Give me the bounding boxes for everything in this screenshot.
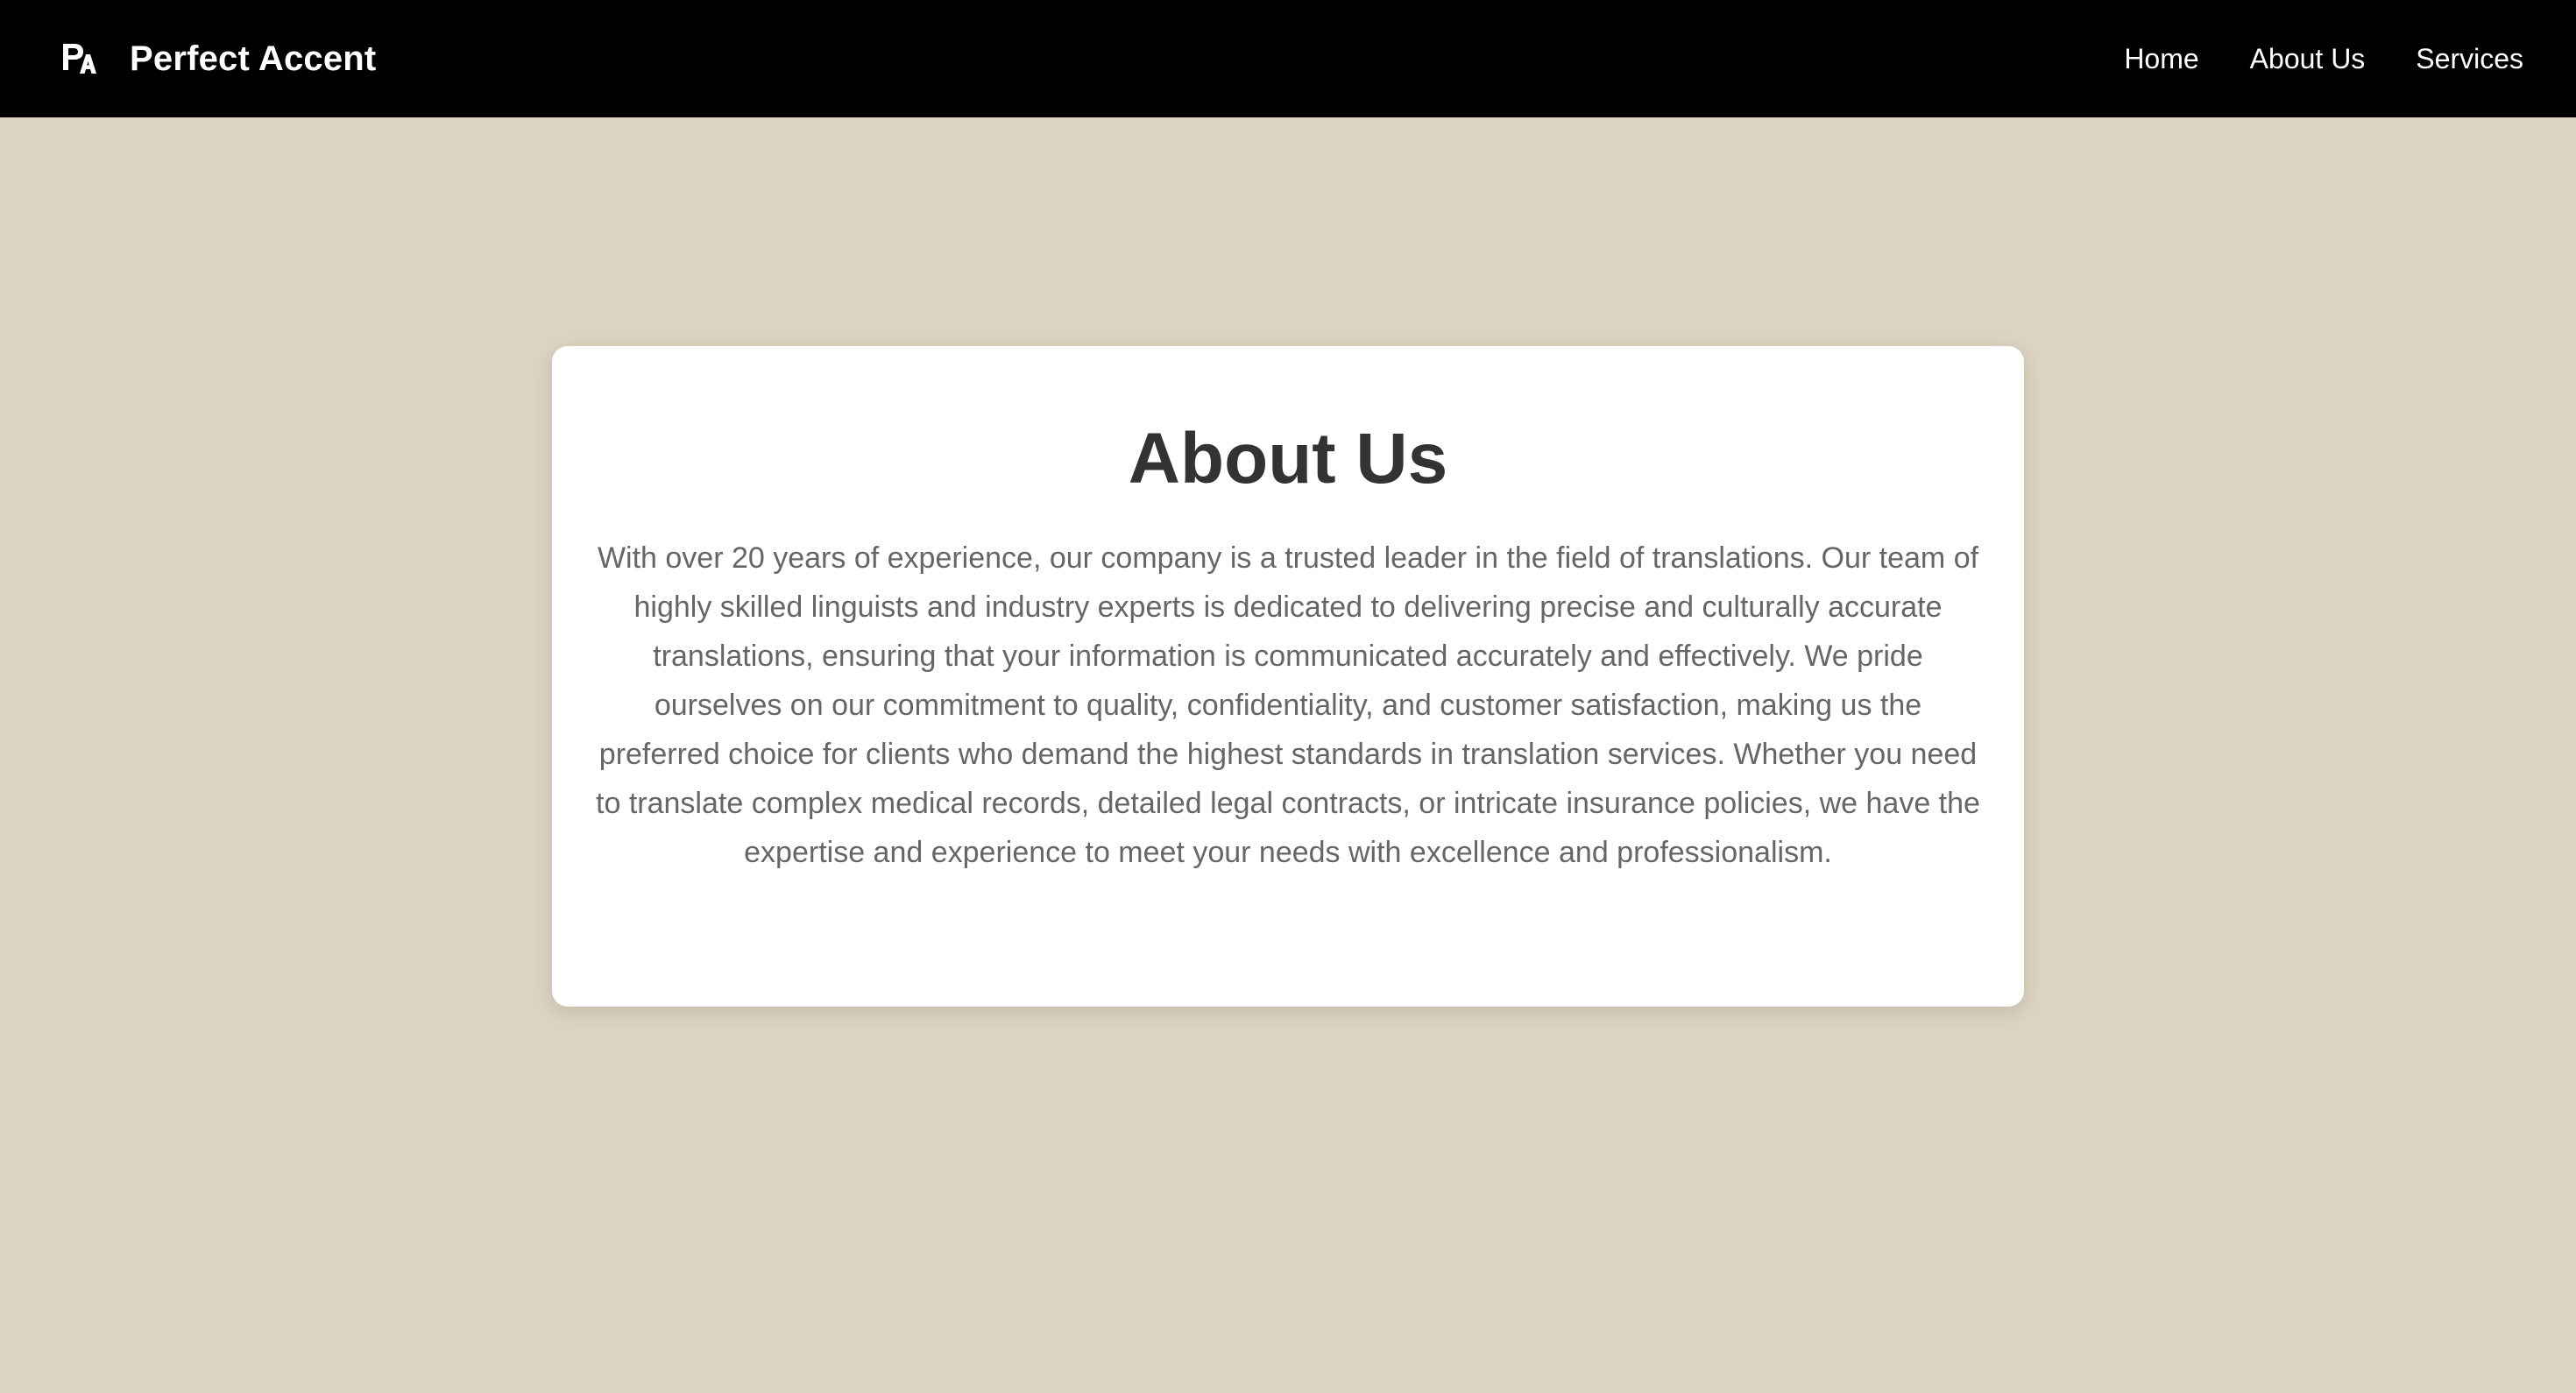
about-card: About Us With over 20 years of experienc… [552,346,2024,1007]
nav-link-about-us[interactable]: About Us [2250,43,2366,75]
pa-monogram-icon[interactable] [60,40,96,77]
about-title: About Us [1128,419,1448,499]
top-navbar: Perfect Accent Home About Us Services [0,0,2576,117]
main-nav: Home About Us Services [2124,43,2523,75]
about-body-text: With over 20 years of experience, our co… [596,541,1980,869]
nav-link-home[interactable]: Home [2124,43,2198,75]
brand-name[interactable]: Perfect Accent [130,39,376,79]
nav-link-services[interactable]: Services [2416,43,2523,75]
brand[interactable]: Perfect Accent [60,39,376,79]
